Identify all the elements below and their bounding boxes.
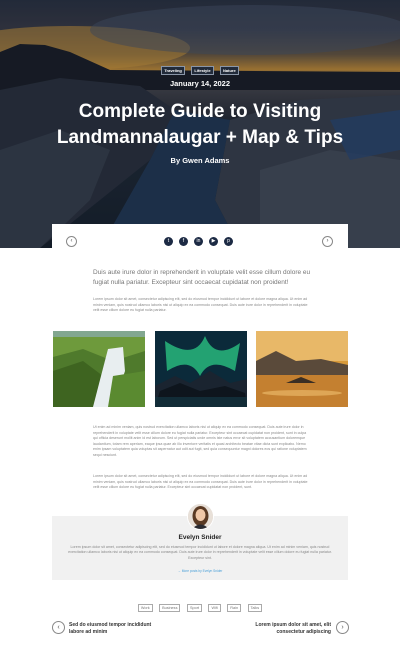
tag-work[interactable]: Work (137, 604, 153, 612)
post-title: Complete Guide to Visiting Landmannalaug… (56, 101, 344, 148)
hero-tags: Traveling Lifestyle Nature (0, 59, 400, 77)
post-date: January 14, 2022 (169, 79, 231, 88)
post-tags: Work Business Sport Wifi Rain Talks (0, 596, 400, 614)
prev-post-link[interactable]: Sed do eiusmod tempor incididunt labore … (69, 622, 157, 635)
tag-wifi[interactable]: Wifi (208, 604, 221, 612)
post-intro: Duis aute irure dolor in reprehenderit i… (93, 269, 311, 286)
share-bar: ‹ t f in ▶ p › (52, 224, 348, 258)
paragraph-1: Lorem ipsum dolor sit amet, consectetur … (93, 297, 308, 313)
prev-post-icon[interactable]: ‹ (52, 621, 65, 634)
gallery-image-waterfall[interactable] (53, 331, 145, 407)
paragraph-3: Lorem ipsum dolor sit amet, consectetur … (93, 474, 308, 490)
hero-banner: Traveling Lifestyle Nature January 14, 2… (0, 0, 400, 248)
next-post-link[interactable]: Lorem ipsum dolor sit amet, elit consect… (243, 622, 331, 635)
tag-nature[interactable]: Nature (220, 66, 239, 75)
tag-sport[interactable]: Sport (186, 604, 203, 612)
next-post-icon[interactable]: › (336, 621, 349, 634)
tag-traveling[interactable]: Traveling (161, 66, 185, 75)
avatar[interactable] (187, 503, 214, 530)
youtube-icon[interactable]: ▶ (209, 237, 218, 246)
author-name: Evelyn Snider (178, 534, 222, 541)
gallery-image-aurora[interactable] (155, 331, 247, 407)
linkedin-icon[interactable]: in (194, 237, 203, 246)
pinterest-icon[interactable]: p (224, 237, 233, 246)
tag-lifestyle[interactable]: Lifestyle (191, 66, 214, 75)
paragraph-2: Ut enim ad minim veniam, quis nostrud ex… (93, 425, 307, 457)
post-author[interactable]: By Gwen Adams (0, 156, 400, 165)
author-posts-link[interactable]: → More posts by Evelyn Snider (0, 569, 400, 573)
social-share-icons: t f in ▶ p (164, 237, 239, 255)
tag-talks[interactable]: Talks (247, 604, 263, 612)
tag-business[interactable]: Business (159, 604, 181, 612)
facebook-icon[interactable]: f (179, 237, 188, 246)
next-arrow-icon[interactable]: › (322, 236, 333, 247)
author-bio: Lorem ipsum dolor sit amet, consectetur … (68, 545, 332, 560)
twitter-icon[interactable]: t (164, 237, 173, 246)
gallery-image-sunset[interactable] (256, 331, 348, 407)
prev-arrow-icon[interactable]: ‹ (66, 236, 77, 247)
tag-rain[interactable]: Rain (227, 604, 242, 612)
